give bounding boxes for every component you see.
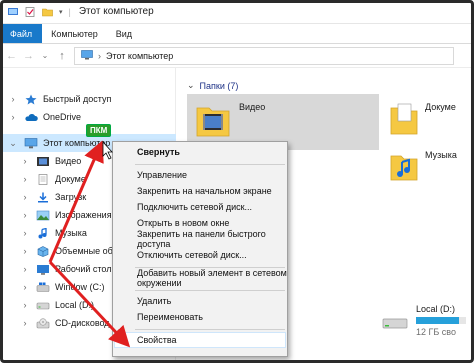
address-bar: ← → ⌄ ↑ › Этот компьютер	[0, 44, 474, 68]
menu-item[interactable]: Подключить сетевой диск...	[137, 200, 252, 214]
music-folder-icon	[36, 227, 50, 239]
ribbon-tabs: Файл Компьютер Вид	[0, 24, 474, 44]
video-folder-icon	[36, 156, 50, 167]
drive-usage-bar	[416, 317, 466, 324]
context-menu: Свернуть Управление Закрепить на начальном…	[112, 141, 288, 357]
drive-icon	[382, 316, 408, 332]
menu-item[interactable]: Закрепить на панели быстрого доступа	[137, 229, 287, 249]
menu-item[interactable]: Закрепить на начальном экране	[137, 184, 272, 198]
expand-chevron-down-icon[interactable]: ⌄	[8, 138, 18, 149]
tab-computer[interactable]: Компьютер	[42, 24, 107, 43]
documents-folder-icon	[389, 100, 419, 140]
menu-item[interactable]: Свернуть	[137, 145, 180, 159]
app-icon	[8, 7, 19, 17]
expand-chevron-right-icon[interactable]: ›	[20, 300, 30, 310]
menu-item[interactable]: Свойства	[114, 332, 286, 348]
nav-item-label: Window (C:)	[55, 282, 105, 292]
menu-separator	[135, 164, 285, 165]
video-folder-icon	[195, 100, 231, 142]
quick-access-toolbar: ▾ |	[8, 7, 71, 17]
folders-group-header[interactable]: ⌄ Папки (7)	[187, 80, 238, 91]
expand-chevron-right-icon[interactable]: ›	[20, 282, 30, 292]
desktop-folder-icon	[36, 264, 50, 275]
qa-dropdown-icon[interactable]: ▾	[59, 8, 63, 16]
breadcrumb-this-pc[interactable]: Этот компьютер	[106, 51, 173, 61]
properties-icon[interactable]	[25, 6, 36, 17]
breadcrumb-chevron-icon[interactable]: ›	[98, 51, 101, 61]
menu-item[interactable]: Управление	[137, 168, 187, 182]
nav-item-label: Докуме	[55, 174, 86, 184]
new-folder-icon[interactable]	[42, 7, 53, 17]
menu-separator	[135, 290, 285, 291]
drive-label: Local (D:)	[416, 304, 456, 314]
nav-item-star[interactable]: › Быстрый доступ	[0, 90, 176, 108]
menu-item[interactable]: Отключить сетевой диск...	[137, 248, 247, 262]
title-separator: |	[68, 6, 71, 17]
folder-label: Видео	[239, 102, 266, 112]
expand-chevron-right-icon[interactable]: ›	[8, 112, 18, 122]
address-field[interactable]: › Этот компьютер	[74, 46, 454, 65]
expand-chevron-right-icon[interactable]: ›	[20, 192, 30, 202]
windows-drive-icon	[36, 282, 50, 293]
menu-item[interactable]: Открыть в новом окне	[137, 216, 229, 230]
menu-item[interactable]: Удалить	[137, 294, 171, 308]
tab-file[interactable]: Файл	[0, 24, 43, 43]
right-click-badge: ПКМ	[86, 124, 112, 137]
expand-chevron-right-icon[interactable]: ›	[20, 228, 30, 238]
3d-objects-icon	[36, 245, 50, 257]
expand-chevron-right-icon[interactable]: ›	[20, 174, 30, 184]
drive-info: Local (D:) 12 ГБ сво	[416, 304, 466, 337]
computer-icon	[81, 49, 93, 62]
forward-arrow-icon[interactable]: →	[23, 50, 34, 62]
pictures-folder-icon	[36, 210, 50, 221]
drive-free-space: 12 ГБ сво	[416, 327, 456, 337]
expand-chevron-right-icon[interactable]: ›	[20, 210, 30, 220]
title-bar: ▾ | Этот компьютер	[0, 0, 474, 24]
window-title: Этот компьютер	[78, 6, 154, 17]
cd-drive-icon	[36, 317, 50, 329]
nav-item-label: OneDrive	[43, 112, 82, 122]
nav-item-label: Видео	[55, 156, 82, 166]
star-icon	[24, 94, 38, 105]
folder-label: Музыка	[425, 150, 457, 160]
expand-chevron-right-icon[interactable]: ›	[8, 94, 18, 104]
recent-dropdown-icon[interactable]: ⌄	[40, 51, 50, 60]
up-arrow-icon[interactable]: ↑	[57, 50, 67, 62]
back-arrow-icon[interactable]: ←	[6, 50, 17, 62]
drive-icon	[36, 300, 50, 311]
expand-chevron-right-icon[interactable]: ›	[20, 156, 30, 166]
nav-item-label: Изображения	[55, 210, 112, 220]
drive-tile-local-d[interactable]: Local (D:) 12 ГБ сво	[382, 304, 466, 337]
computer-icon	[24, 137, 38, 149]
expand-chevron-right-icon[interactable]: ›	[20, 318, 30, 328]
nav-item-label: Музыка	[55, 228, 87, 238]
nav-item-label: Загрузк	[55, 192, 87, 202]
nav-item-label: Local (D:)	[55, 300, 95, 310]
nav-item-label: Рабочий стол	[55, 264, 112, 274]
menu-separator	[135, 329, 285, 330]
folder-label: Докуме	[425, 102, 456, 112]
folder-tile-documents[interactable]: Докуме	[387, 94, 474, 150]
menu-item[interactable]: Добавить новый элемент в сетевом окружен…	[137, 268, 287, 288]
tab-view[interactable]: Вид	[107, 24, 141, 43]
drive-usage-fill	[416, 317, 459, 324]
expand-chevron-right-icon[interactable]: ›	[20, 264, 30, 274]
menu-item[interactable]: Переименовать	[137, 310, 203, 324]
music-folder-icon	[389, 148, 419, 186]
downloads-folder-icon	[36, 192, 50, 203]
expand-chevron-right-icon[interactable]: ›	[20, 246, 30, 256]
nav-item-label: Объемные объ	[55, 246, 119, 256]
cloud-icon	[24, 112, 38, 123]
documents-folder-icon	[36, 173, 50, 185]
nav-item-label: Этот компьютер	[43, 138, 111, 148]
collapse-chevron-icon[interactable]: ⌄	[187, 80, 195, 91]
folder-tile-music[interactable]: Музыка	[387, 144, 474, 200]
nav-item-label: Быстрый доступ	[43, 94, 112, 104]
folders-group-label: Папки (7)	[199, 80, 239, 91]
